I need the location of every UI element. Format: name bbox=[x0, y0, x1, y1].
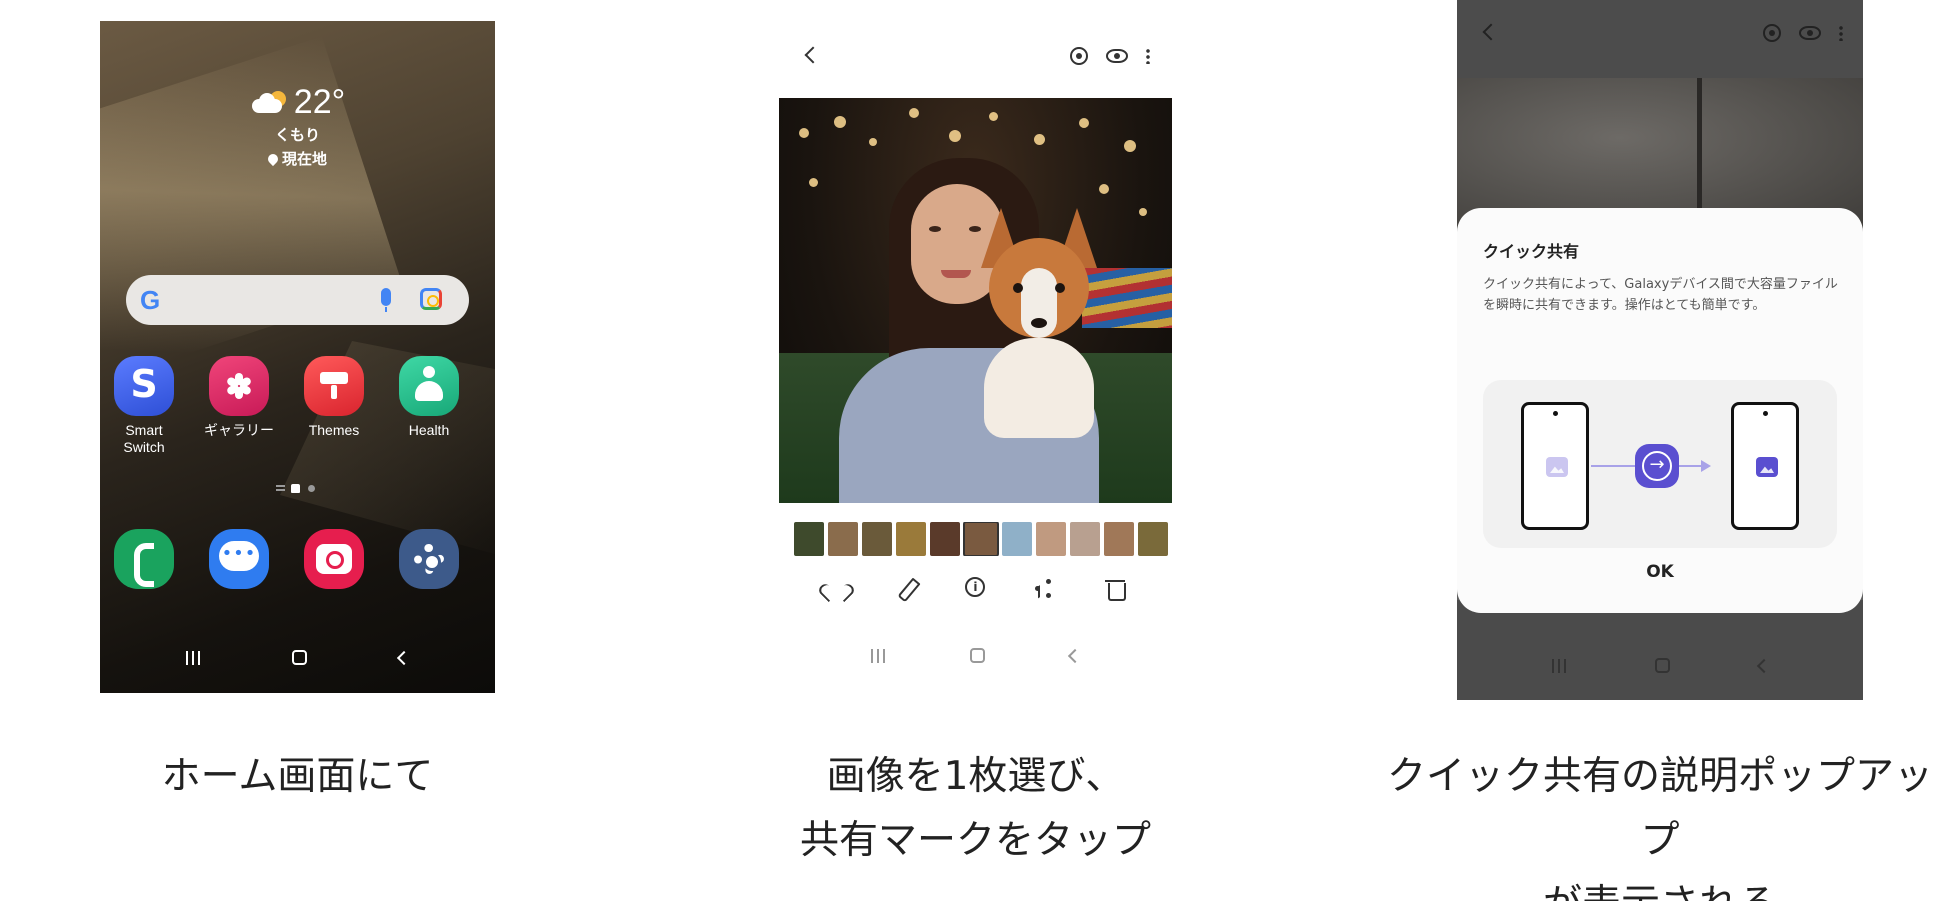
thumbnail-strip[interactable] bbox=[794, 522, 1172, 556]
recent-apps-icon[interactable] bbox=[871, 648, 886, 663]
favorite-heart-icon[interactable] bbox=[824, 577, 848, 601]
quick-share-screen: クイック共有 クイック共有によって、Galaxyデバイス間で大容量ファイルを瞬時… bbox=[1457, 0, 1863, 700]
home-screen: 22° くもり 現在地 G Smart Switch ギャラリー Themes … bbox=[100, 21, 495, 693]
thumbnail[interactable] bbox=[896, 522, 926, 556]
camera-icon bbox=[304, 529, 364, 589]
thumbnail[interactable] bbox=[1002, 522, 1032, 556]
eye-icon[interactable] bbox=[1106, 49, 1128, 63]
google-g-icon: G bbox=[140, 285, 161, 315]
image-icon bbox=[1546, 457, 1568, 477]
page-indicator bbox=[100, 483, 495, 494]
app-gallery[interactable]: ギャラリー bbox=[199, 356, 279, 439]
recent-apps-icon[interactable] bbox=[186, 650, 200, 665]
app-label: Themes bbox=[308, 422, 360, 438]
app-label: Smart Switch bbox=[123, 422, 165, 455]
back-arrow-icon[interactable] bbox=[804, 46, 822, 64]
weather-location: 現在地 bbox=[100, 148, 495, 169]
info-icon[interactable] bbox=[965, 577, 986, 597]
thumbnail[interactable] bbox=[1070, 522, 1100, 556]
navigation-bar bbox=[100, 650, 495, 665]
messages-icon bbox=[209, 529, 269, 589]
phone-icon bbox=[114, 529, 174, 589]
quick-share-dialog: クイック共有 クイック共有によって、Galaxyデバイス間で大容量ファイルを瞬時… bbox=[1457, 208, 1863, 613]
selected-thumbnail[interactable] bbox=[963, 522, 999, 556]
ok-button[interactable]: OK bbox=[1457, 562, 1863, 582]
remaster-icon[interactable] bbox=[1070, 47, 1088, 65]
mic-icon[interactable] bbox=[381, 288, 391, 312]
more-options-icon[interactable] bbox=[1146, 48, 1150, 64]
caption-step-3: クイック共有の説明ポップアップ が表示される bbox=[1386, 754, 1933, 901]
thumbnail[interactable] bbox=[1036, 522, 1066, 556]
app-themes[interactable]: Themes bbox=[294, 356, 374, 439]
dimmed-photo bbox=[1457, 78, 1863, 228]
home-button-icon[interactable] bbox=[1654, 658, 1670, 673]
caption-step-1: ホーム画面にて bbox=[161, 754, 434, 799]
smart-switch-icon bbox=[114, 356, 174, 416]
home-button-icon[interactable] bbox=[292, 650, 307, 665]
app-smart-switch[interactable]: Smart Switch bbox=[104, 356, 184, 456]
back-arrow-icon[interactable] bbox=[1482, 23, 1500, 41]
gallery-viewer bbox=[779, 21, 1172, 701]
thumbnail[interactable] bbox=[862, 522, 892, 556]
recent-apps-icon[interactable] bbox=[1551, 658, 1566, 673]
thumbnail[interactable] bbox=[930, 522, 960, 556]
weather-condition: くもり bbox=[274, 126, 320, 144]
app-label: ギャラリー bbox=[204, 422, 274, 438]
back-icon[interactable] bbox=[396, 650, 412, 665]
bottom-action-bar bbox=[779, 577, 1172, 601]
dock-messages[interactable] bbox=[199, 529, 279, 589]
sender-phone-icon bbox=[1521, 402, 1589, 530]
google-lens-icon[interactable] bbox=[420, 288, 442, 310]
dock-camera[interactable] bbox=[294, 529, 374, 589]
weather-widget[interactable]: 22° くもり 現在地 bbox=[100, 83, 495, 169]
quick-share-illustration bbox=[1483, 380, 1837, 548]
partly-cloudy-icon bbox=[250, 90, 288, 115]
more-options-icon[interactable] bbox=[1839, 25, 1843, 41]
dock-settings[interactable] bbox=[389, 529, 469, 589]
app-label: Health bbox=[408, 422, 450, 438]
dialog-description: クイック共有によって、Galaxyデバイス間で大容量ファイルを瞬時に共有できます… bbox=[1483, 277, 1838, 313]
health-person-icon bbox=[399, 356, 459, 416]
settings-gear-icon bbox=[399, 529, 459, 589]
arrow-right-icon bbox=[1701, 460, 1711, 472]
temperature: 22° bbox=[293, 83, 346, 121]
back-icon[interactable] bbox=[1756, 658, 1771, 673]
google-search-bar[interactable]: G bbox=[126, 275, 469, 325]
home-button-icon[interactable] bbox=[969, 648, 985, 663]
page-dot bbox=[308, 484, 315, 492]
thumbnail[interactable] bbox=[1104, 522, 1134, 556]
tutorial-stage: 22° くもり 現在地 G Smart Switch ギャラリー Themes … bbox=[0, 0, 1950, 901]
caption-step-2: 画像を1枚選び、 共有マークをタップ bbox=[799, 754, 1151, 863]
thumbnail[interactable] bbox=[794, 522, 824, 556]
quick-share-icon bbox=[1635, 444, 1679, 488]
home-page-dot bbox=[291, 483, 300, 493]
thumbnail[interactable] bbox=[1138, 522, 1168, 556]
location-pin-icon bbox=[265, 151, 281, 167]
gallery-flower-icon bbox=[209, 356, 269, 416]
image-icon bbox=[1756, 457, 1778, 477]
selected-photo[interactable] bbox=[779, 98, 1172, 503]
receiver-phone-icon bbox=[1731, 402, 1799, 530]
remaster-icon[interactable] bbox=[1763, 24, 1781, 42]
eye-icon[interactable] bbox=[1799, 26, 1821, 40]
viewer-top-bar bbox=[779, 43, 1172, 73]
dock-phone[interactable] bbox=[104, 529, 184, 589]
themes-brush-icon bbox=[304, 356, 364, 416]
navigation-bar bbox=[779, 648, 1172, 663]
app-health[interactable]: Health bbox=[389, 356, 469, 439]
thumbnail[interactable] bbox=[828, 522, 858, 556]
navigation-bar bbox=[1457, 658, 1863, 673]
share-icon[interactable] bbox=[1032, 577, 1056, 601]
back-icon[interactable] bbox=[1067, 648, 1082, 663]
menu-lines-icon bbox=[276, 485, 285, 491]
delete-trash-icon[interactable] bbox=[1103, 577, 1127, 601]
dialog-title: クイック共有 bbox=[1483, 242, 1580, 261]
edit-pencil-icon[interactable] bbox=[895, 577, 919, 601]
